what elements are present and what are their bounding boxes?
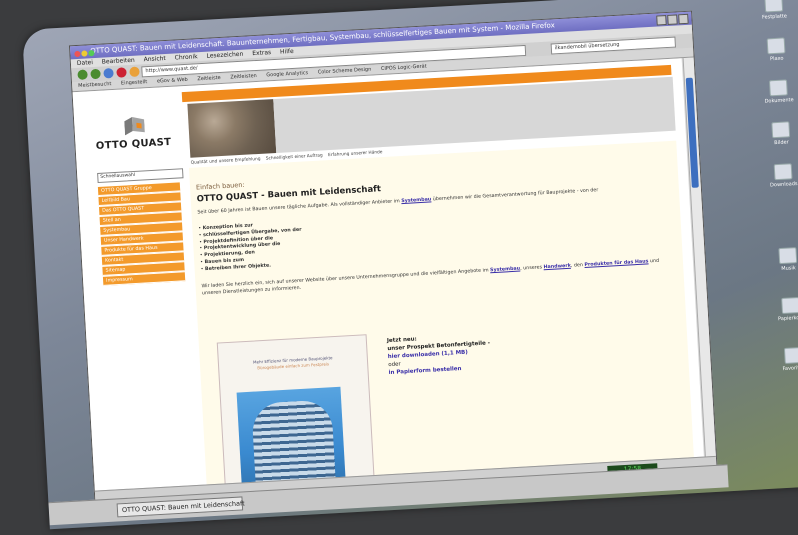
- window-dots: [74, 48, 96, 59]
- desktop-icons: Festplatte Plaxo Dokumente Bilder Downlo…: [733, 0, 798, 489]
- brochure-title: Mehr Effizienz für moderne Bauprojekte Bü…: [252, 355, 333, 371]
- app-icon: [766, 37, 786, 55]
- folder-icon: [773, 163, 793, 181]
- building-photo: [236, 386, 347, 492]
- minimize-dot-icon[interactable]: [81, 50, 88, 57]
- menu-item[interactable]: Chronik: [175, 53, 198, 61]
- folder-icon: [771, 121, 791, 139]
- bookmark-item[interactable]: Zeitleiste: [197, 75, 221, 82]
- logo-icon: [124, 116, 145, 136]
- bookmark-item[interactable]: CIPOS Logic-Gerät: [381, 63, 427, 72]
- reload-icon[interactable]: [103, 67, 114, 79]
- stop-icon[interactable]: [116, 67, 127, 78]
- monitor-screen: Festplatte Plaxo Dokumente Bilder Downlo…: [22, 0, 798, 530]
- brochure-promo: Jetzt neu: unser Prospekt Betonfertigtei…: [387, 331, 492, 377]
- folder-icon: [768, 79, 788, 97]
- desktop-icon-5[interactable]: Musik: [757, 246, 798, 273]
- browser-window: OTTO QUAST: Bauen mit Leidenschaft. Bauu…: [68, 10, 718, 502]
- content-kicker: Einfach bauen:: [195, 180, 245, 192]
- quick-select[interactable]: Schnellauswahl: [97, 168, 184, 184]
- trash-icon: [781, 297, 798, 315]
- drive-icon: [764, 0, 784, 13]
- menu-item[interactable]: Hilfe: [280, 48, 294, 56]
- close-dot-icon[interactable]: [74, 50, 81, 58]
- header-stone-image: [187, 99, 277, 158]
- systembau-link[interactable]: Systembau: [401, 197, 431, 204]
- menu-item[interactable]: Ansicht: [143, 55, 166, 63]
- web-page: OTTO QUAST Schnellauswahl OTTO QUAST Gru…: [72, 58, 704, 492]
- logo-text[interactable]: OTTO QUAST: [83, 136, 183, 153]
- systembau-link-2[interactable]: Systembau: [490, 267, 520, 274]
- desktop-icon-3[interactable]: Bilder: [750, 120, 798, 147]
- brochure-image[interactable]: Mehr Effizienz für moderne Bauprojekte Bü…: [216, 334, 376, 492]
- site-layout: OTTO QUAST Schnellauswahl OTTO QUAST Gru…: [77, 59, 698, 492]
- photo-background: Festplatte Plaxo Dokumente Bilder Downlo…: [0, 0, 798, 535]
- desktop-icon-4[interactable]: Downloads: [753, 162, 798, 189]
- star-icon: [783, 346, 798, 364]
- taskbar-button[interactable]: OTTO QUAST: Bauen mit Leidenschaft: [116, 496, 245, 518]
- back-icon[interactable]: [77, 69, 88, 80]
- zoom-dot-icon[interactable]: [88, 49, 95, 57]
- bookmark-item[interactable]: Eingestellt: [121, 79, 148, 86]
- minimize-icon[interactable]: [656, 15, 667, 26]
- desktop-icon-7[interactable]: Favoriten: [763, 346, 798, 373]
- desktop-icon-2[interactable]: Dokumente: [748, 78, 798, 105]
- handwerk-link[interactable]: Handwerk: [543, 264, 571, 271]
- folder-icon: [778, 247, 798, 265]
- menu-item[interactable]: Extras: [252, 49, 271, 57]
- maximize-icon[interactable]: [667, 14, 678, 25]
- bookmark-item[interactable]: Google Analytics: [266, 70, 308, 78]
- close-icon[interactable]: [678, 13, 689, 25]
- bookmark-item[interactable]: Meistbesucht: [78, 81, 112, 89]
- site-sidebar: OTTO QUAST Schnellauswahl OTTO QUAST Gru…: [81, 92, 203, 491]
- desktop-icon-6[interactable]: Papierkorb: [760, 296, 798, 323]
- desktop-icon-1[interactable]: Plaxo: [746, 36, 798, 63]
- main-content: Einfach bauen: OTTO QUAST - Bauen mit Le…: [188, 140, 695, 492]
- produkte-link[interactable]: Produkten für das Haus: [584, 259, 648, 268]
- bookmark-item[interactable]: eGov & Web: [157, 77, 188, 85]
- home-icon[interactable]: [129, 66, 140, 78]
- bookmark-item[interactable]: Zeitleisten: [230, 73, 257, 80]
- menu-item[interactable]: Datei: [77, 59, 93, 67]
- bullet-list: • Konzeption bis zur • schlüsselfertigen…: [198, 221, 303, 274]
- desktop-icon-0[interactable]: Festplatte: [743, 0, 798, 22]
- forward-icon[interactable]: [90, 68, 101, 80]
